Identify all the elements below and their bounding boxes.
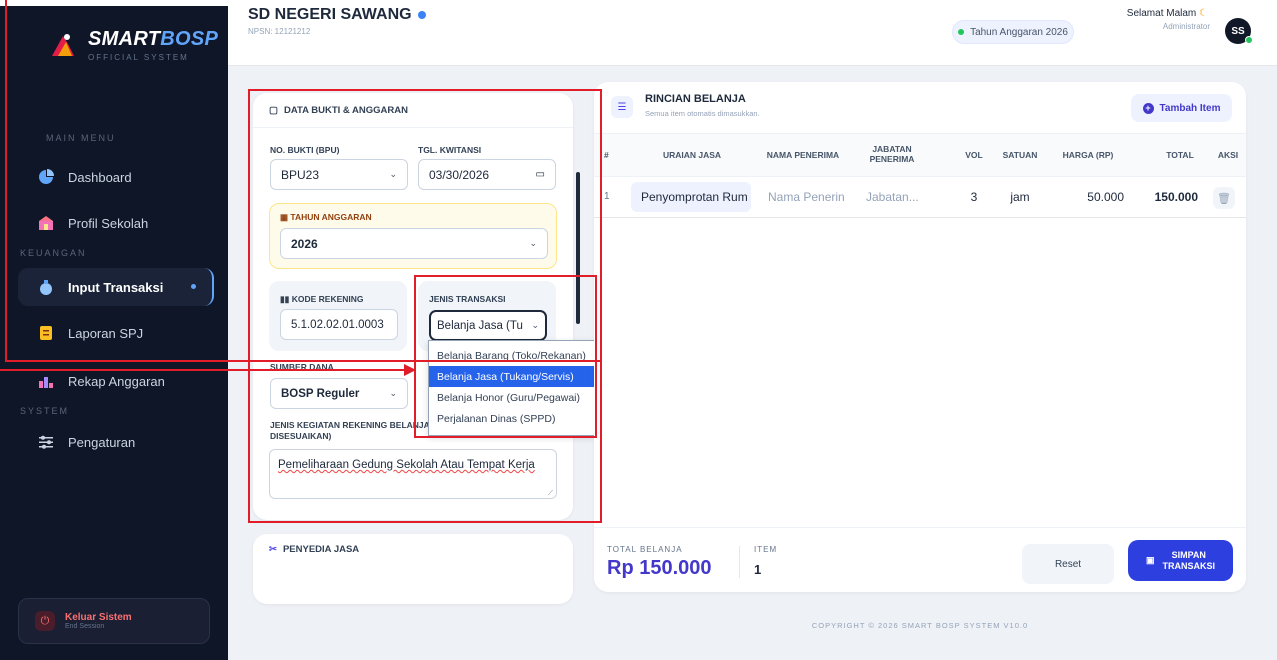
nama-penerima-input[interactable]: Nama Penerin (762, 182, 850, 212)
col-jabatan: JABATAN PENERIMA (869, 144, 915, 164)
tools-icon: ✂ (269, 544, 277, 555)
save-icon: ▣ (1145, 555, 1155, 565)
col-harga: HARGA (RP) (1062, 150, 1114, 160)
logout-button[interactable]: ⏻ Keluar Sistem End Session (18, 598, 210, 644)
total-belanja-value: Rp 150.000 (607, 557, 712, 579)
budget-year-badge: Tahun Anggaran 2026 (952, 20, 1074, 44)
save-transaction-button[interactable]: ▣ SIMPAN TRANSAKSI (1128, 540, 1233, 581)
summary-separator (739, 546, 740, 578)
annotation-box-dropdown (414, 275, 597, 438)
col-vol: VOL (965, 150, 983, 160)
moon-icon: ☾ (1199, 8, 1208, 19)
uraian-input[interactable]: Penyomprotan Rum (631, 182, 751, 212)
list-icon: ☰ (611, 96, 633, 118)
item-count-value: 1 (754, 562, 762, 577)
satuan-input[interactable]: jam (998, 182, 1042, 212)
sidebar-item-pengaturan[interactable]: Pengaturan (18, 423, 214, 461)
col-satuan: SATUAN (1002, 150, 1038, 160)
greeting-text: Selamat Malam ☾ (1126, 8, 1208, 19)
jabatan-input[interactable]: Jabatan... (860, 182, 930, 212)
status-dot-icon (958, 29, 965, 35)
user-role: Administrator (1162, 22, 1210, 31)
col-total: TOTAL (1166, 150, 1194, 160)
item-count-label: ITEM (754, 545, 778, 554)
sliders-icon (39, 435, 53, 449)
col-aksi: AKSI (1217, 150, 1239, 160)
section-system: SYSTEM (20, 406, 70, 416)
online-status-dot (1245, 36, 1253, 44)
col-nama: NAMA PENERIMA (766, 150, 840, 160)
add-item-button[interactable]: + Tambah Item (1131, 94, 1232, 122)
row-total: 150.000 (1154, 190, 1198, 204)
logout-sub: End Session (65, 623, 105, 630)
copyright-text: COPYRIGHT © 2026 SMART BOSP SYSTEM V10.0 (811, 621, 1029, 630)
row-divider (594, 217, 1246, 218)
rincian-title: RINCIAN BELANJA (645, 93, 746, 105)
reset-button[interactable]: Reset (1022, 544, 1114, 584)
col-no: # (604, 150, 609, 160)
summary-divider (594, 527, 1246, 528)
annotation-arrow-icon (0, 364, 416, 376)
vol-input[interactable]: 3 (960, 182, 988, 212)
row-number: 1 (604, 191, 610, 202)
logout-label: Keluar Sistem (65, 612, 132, 623)
plus-icon: + (1142, 102, 1154, 114)
harga-input[interactable]: 50.000 (1050, 182, 1126, 212)
trash-icon[interactable]: 🗑 (1213, 187, 1235, 209)
rincian-subtitle: Semua item otomatis dimasukkan. (645, 109, 760, 118)
col-uraian: URAIAN JASA (662, 150, 722, 160)
total-belanja-label: TOTAL BELANJA (607, 545, 683, 554)
sidebar-item-label: Pengaturan (68, 434, 136, 450)
power-icon: ⏻ (35, 611, 55, 631)
penyedia-jasa-title: ✂ PENYEDIA JASA (269, 544, 360, 555)
